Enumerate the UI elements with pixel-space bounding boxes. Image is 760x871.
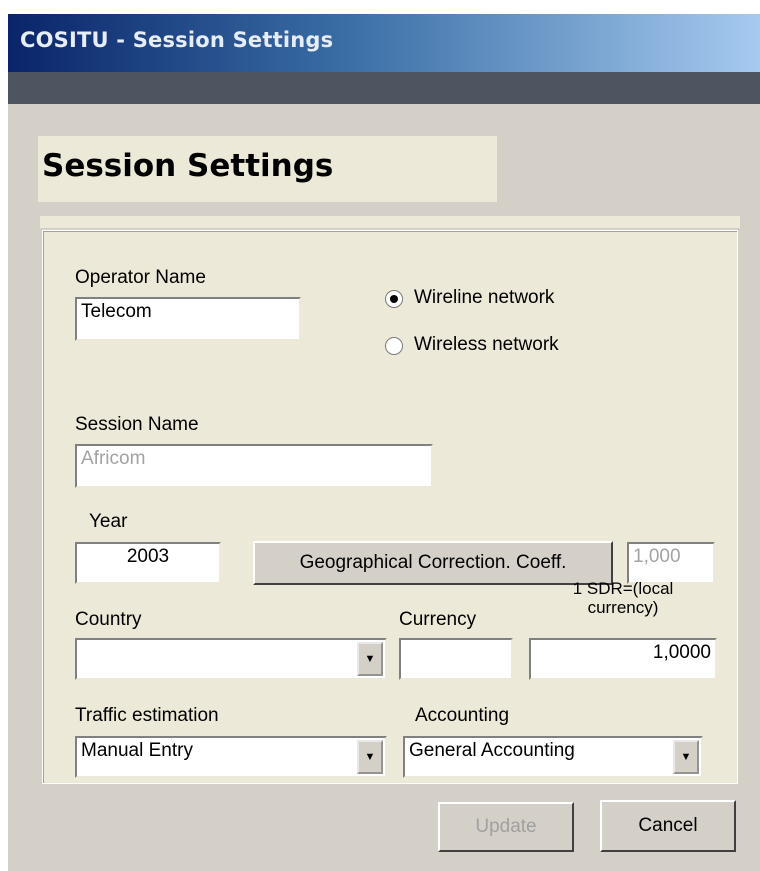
traffic-estimation-value: Manual Entry [81, 740, 193, 761]
window-title: COSITU - Session Settings [20, 28, 334, 52]
accounting-select[interactable]: General Accounting ▼ [403, 736, 703, 778]
radio-wireline-label: Wireline network [414, 287, 555, 308]
currency-label: Currency [399, 609, 477, 630]
session-name-label: Session Name [75, 414, 199, 435]
sdr-rate-input[interactable]: 1,0000 [529, 638, 717, 680]
chevron-down-icon[interactable]: ▼ [357, 642, 383, 676]
radio-wireless[interactable]: Wireless network [385, 334, 605, 360]
session-settings-window: COSITU - Session Settings Session Settin… [8, 14, 760, 871]
radio-selected-dot [390, 295, 398, 303]
radio-wireless-button[interactable] [385, 337, 403, 355]
radio-wireless-label: Wireless network [414, 334, 559, 355]
session-name-input: Africom [75, 444, 433, 488]
panel-band [40, 216, 740, 228]
year-input[interactable]: 2003 [75, 542, 221, 584]
cancel-button[interactable]: Cancel [600, 800, 736, 852]
accounting-label: Accounting [415, 705, 510, 726]
sdr-label-line1: 1 SDR=(local [572, 579, 674, 598]
chevron-down-icon[interactable]: ▼ [673, 740, 699, 774]
currency-input[interactable] [399, 638, 513, 680]
year-label: Year [89, 511, 128, 532]
operator-name-label: Operator Name [75, 267, 206, 288]
accounting-value: General Accounting [409, 740, 575, 761]
page-title: Session Settings [42, 148, 334, 184]
title-bar[interactable]: COSITU - Session Settings [8, 14, 760, 72]
sdr-label: 1 SDR=(local currency) [529, 579, 717, 617]
chevron-down-icon[interactable]: ▼ [357, 740, 383, 774]
heading-box: Session Settings [38, 136, 497, 202]
radio-wireline[interactable]: Wireline network [385, 287, 605, 313]
country-label: Country [75, 609, 142, 630]
menu-bar [8, 72, 760, 104]
geo-correction-value: 1,000 [627, 542, 715, 584]
traffic-estimation-label: Traffic estimation [75, 705, 219, 726]
update-button[interactable]: Update [438, 802, 574, 852]
traffic-estimation-select[interactable]: Manual Entry ▼ [75, 736, 387, 778]
settings-panel: Operator Name Telecom Wireline network W… [42, 230, 738, 784]
operator-name-input[interactable]: Telecom [75, 297, 301, 341]
radio-wireline-button[interactable] [385, 290, 403, 308]
country-select[interactable]: ▼ [75, 638, 387, 680]
sdr-label-line2: currency) [587, 598, 659, 617]
